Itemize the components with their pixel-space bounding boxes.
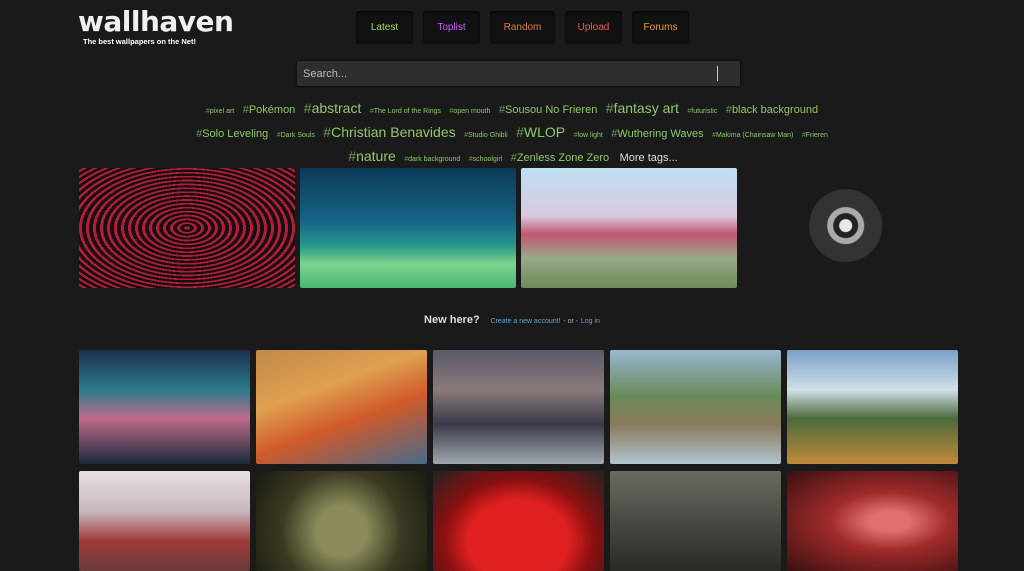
tag-link[interactable]: #The Lord of the Rings (370, 108, 441, 115)
tag-link[interactable]: #schoolgirl (469, 156, 502, 163)
tag-link[interactable]: #futuristic (687, 108, 717, 115)
nav-random[interactable]: Random (490, 11, 555, 44)
create-account-link[interactable]: Create a new account! (490, 318, 560, 325)
tag-link[interactable]: #Pokémon (243, 104, 296, 116)
wallpaper-thumbnail[interactable] (610, 350, 781, 464)
wallpaper-thumbnail[interactable] (79, 471, 250, 571)
site-logo[interactable]: wallhaven The best wallpapers on the Net… (78, 5, 234, 47)
tag-link[interactable]: #Wuthering Waves (611, 128, 703, 140)
featured-thumbnail[interactable] (79, 168, 295, 288)
featured-thumbnail[interactable] (300, 168, 516, 288)
search-bar (297, 61, 740, 86)
more-tags-link[interactable]: More tags... (620, 152, 678, 164)
tag-link[interactable]: #Sousou No Frieren (499, 104, 597, 116)
tag-link[interactable]: #black background (726, 104, 818, 116)
wallpaper-thumbnail[interactable] (256, 471, 427, 571)
featured-thumbnail[interactable] (742, 168, 958, 288)
tag-link[interactable]: #Frieren (802, 132, 828, 139)
popular-tags: #pixel art #Pokémon #abstract #The Lord … (160, 98, 864, 170)
nav-latest[interactable]: Latest (356, 11, 413, 44)
wallpaper-thumbnail[interactable] (787, 471, 958, 571)
tag-link[interactable]: #Solo Leveling (196, 128, 268, 140)
logo-title: wallhaven (78, 5, 234, 38)
search-input[interactable] (297, 61, 740, 86)
tag-link[interactable]: #abstract (304, 100, 362, 116)
wallpaper-thumbnail[interactable] (610, 471, 781, 571)
wallpaper-thumbnail[interactable] (433, 471, 604, 571)
tag-link[interactable]: #nature (348, 148, 396, 164)
featured-thumbnail[interactable] (521, 168, 737, 288)
tag-link[interactable]: #Studio Ghibli (464, 132, 508, 139)
wallpaper-thumbnail[interactable] (787, 350, 958, 464)
or-separator: - or - (563, 318, 579, 325)
nav-upload[interactable]: Upload (565, 11, 622, 44)
nav-toplist[interactable]: Toplist (423, 11, 480, 44)
tag-link[interactable]: #Makima (Chainsaw Man) (712, 132, 793, 139)
tag-link[interactable]: #Zenless Zone Zero (511, 152, 609, 164)
text-cursor (717, 66, 718, 81)
tag-link[interactable]: #WLOP (516, 124, 565, 140)
wallpaper-thumbnail[interactable] (433, 350, 604, 464)
logo-tagline: The best wallpapers on the Net! (83, 37, 196, 46)
wallpaper-grid (79, 350, 958, 571)
tag-link[interactable]: #pixel art (206, 108, 234, 115)
new-here-label: New here? (424, 314, 480, 326)
tag-link[interactable]: #open mouth (450, 108, 491, 115)
featured-wallpapers (79, 168, 958, 288)
login-link[interactable]: Log in (581, 318, 600, 325)
tag-link[interactable]: #dark background (404, 156, 460, 163)
tag-link[interactable]: #fantasy art (606, 100, 679, 116)
wallpaper-thumbnail[interactable] (79, 350, 250, 464)
tag-link[interactable]: #Dark Souls (277, 132, 315, 139)
main-nav: Latest Toplist Random Upload Forums (356, 11, 689, 44)
signup-prompt: New here? Create a new account! - or - L… (0, 314, 1024, 326)
wallpaper-thumbnail[interactable] (256, 350, 427, 464)
nav-forums[interactable]: Forums (632, 11, 689, 44)
tag-link[interactable]: #Christian Benavides (323, 124, 455, 140)
tag-link[interactable]: #low light (574, 132, 603, 139)
